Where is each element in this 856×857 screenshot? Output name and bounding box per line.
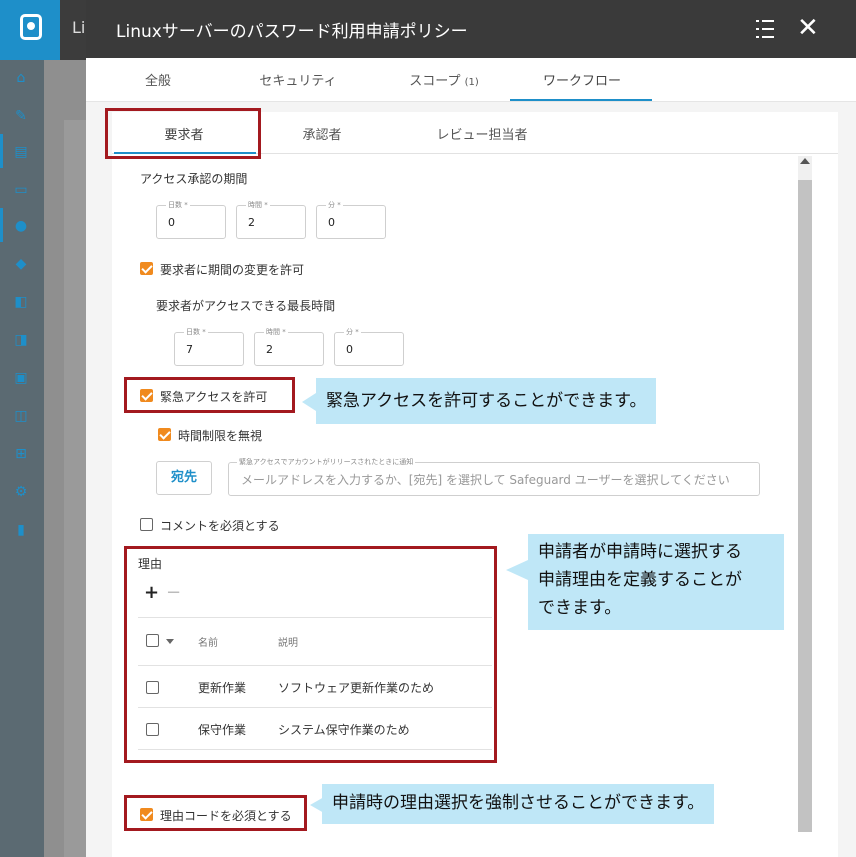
vertical-scrollbar[interactable]	[798, 156, 812, 832]
access-minutes-field[interactable]: 分 * 0	[316, 200, 386, 239]
app-logo	[0, 0, 60, 60]
access-hours-field[interactable]: 時間 * 2	[236, 200, 306, 239]
max-days-value: 7	[186, 343, 193, 356]
annotation-box-requester-tab	[105, 108, 261, 159]
tab-security[interactable]: セキュリティ	[248, 70, 348, 89]
access-minutes-caption: 分 *	[326, 200, 343, 210]
checklist-icon[interactable]	[756, 19, 774, 39]
max-minutes-caption: 分 *	[344, 327, 361, 337]
top-tab-bar: 全般 セキュリティ スコープ (1) ワークフロー	[86, 58, 856, 102]
home-icon[interactable]: ⌂	[12, 70, 30, 86]
max-hours-field[interactable]: 時間 * 2	[254, 327, 324, 366]
settings-icon[interactable]: ⚙	[12, 484, 30, 500]
sidebar-active-marker-2	[0, 208, 3, 242]
callout-emergency: 緊急アクセスを許可することができます。	[316, 378, 657, 424]
annotation-box-reasons	[124, 546, 497, 763]
tab-scope[interactable]: スコープ (1)	[394, 70, 494, 89]
max-days-field[interactable]: 日数 * 7	[174, 327, 244, 366]
callout-reason-code: 申請時の理由選択を強制させることができます。	[322, 784, 715, 824]
ignore-time-limit-checkbox[interactable]	[158, 428, 171, 441]
logo-dot	[27, 22, 35, 30]
tab-workflow[interactable]: ワークフロー	[530, 70, 634, 89]
report-icon[interactable]: ▮	[12, 522, 30, 538]
callout-reasons: 申請者が申請時に選択する 申請理由を定義することが できます。	[528, 534, 784, 630]
access-duration-title: アクセス承認の期間	[140, 172, 248, 186]
background-app-title: Li	[72, 18, 86, 37]
access-hours-caption: 時間 *	[246, 200, 270, 210]
ignore-time-limit-label: 時間制限を無視	[178, 429, 263, 443]
annotation-box-emergency	[124, 377, 295, 413]
dialog-header: Linuxサーバーのパスワード利用申請ポリシー ✕	[86, 0, 856, 58]
tab-workflow-underline	[510, 99, 652, 101]
subtab-approver[interactable]: 承認者	[290, 124, 354, 143]
notify-email-placeholder: メールアドレスを入力するか、[宛先] を選択して Safeguard ユーザーを…	[241, 473, 730, 487]
callout-reasons-line3: できます。	[538, 598, 622, 618]
scroll-up-arrow-icon[interactable]	[800, 158, 810, 164]
access-minutes-value: 0	[328, 216, 335, 229]
copy-icon[interactable]: ◫	[12, 408, 30, 424]
allow-change-label: 要求者に期間の変更を許可	[160, 263, 305, 277]
wrench-icon[interactable]: ✎	[12, 108, 30, 124]
close-icon[interactable]: ✕	[797, 13, 819, 43]
dialog-title: Linuxサーバーのパスワード利用申請ポリシー	[116, 22, 468, 42]
allow-change-checkbox[interactable]	[140, 262, 153, 275]
layers-icon[interactable]: ◨	[12, 332, 30, 348]
callout-reasons-line1: 申請者が申請時に選択する	[538, 542, 742, 562]
require-comment-label: コメントを必須とする	[160, 519, 280, 533]
screen-icon[interactable]: ▣	[12, 370, 30, 386]
user-icon[interactable]: ●	[12, 218, 30, 234]
to-button[interactable]: 宛先	[156, 461, 212, 495]
access-days-caption: 日数 *	[166, 200, 190, 210]
notify-email-caption: 緊急アクセスでアカウントがリリースされたときに通知	[237, 457, 416, 467]
users-icon[interactable]: ◆	[12, 256, 30, 272]
network-icon[interactable]: ⊞	[12, 446, 30, 462]
max-hours-caption: 時間 *	[264, 327, 288, 337]
notify-email-input[interactable]: 緊急アクセスでアカウントがリリースされたときに通知 メールアドレスを入力するか、…	[228, 457, 760, 496]
document-icon[interactable]: ▤	[12, 144, 30, 160]
scroll-thumb[interactable]	[798, 180, 812, 832]
sidebar-active-marker	[0, 134, 3, 168]
max-minutes-field[interactable]: 分 * 0	[334, 327, 404, 366]
stack-icon[interactable]: ◧	[12, 294, 30, 310]
max-duration-title: 要求者がアクセスできる最長時間	[156, 299, 336, 313]
require-comment-checkbox[interactable]	[140, 518, 153, 531]
callout-reasons-line2: 申請理由を定義することが	[538, 570, 742, 590]
tab-scope-label: スコープ	[409, 74, 461, 89]
background-sidebar: ⌂ ✎ ▤ ▭ ● ◆ ◧ ◨ ▣ ◫ ⊞ ⚙ ▮	[0, 60, 44, 857]
subtab-reviewer[interactable]: レビュー担当者	[412, 124, 552, 143]
max-hours-value: 2	[266, 343, 273, 356]
annotation-box-reason-code	[124, 795, 307, 831]
monitor-user-icon[interactable]: ▭	[12, 182, 30, 198]
max-minutes-value: 0	[346, 343, 353, 356]
tab-scope-count: (1)	[464, 77, 479, 88]
access-days-value: 0	[168, 216, 175, 229]
max-days-caption: 日数 *	[184, 327, 208, 337]
access-days-field[interactable]: 日数 * 0	[156, 200, 226, 239]
callout-reasons-tail	[506, 560, 528, 580]
callout-emergency-tail	[302, 393, 316, 411]
tab-general[interactable]: 全般	[128, 70, 188, 89]
access-hours-value: 2	[248, 216, 255, 229]
